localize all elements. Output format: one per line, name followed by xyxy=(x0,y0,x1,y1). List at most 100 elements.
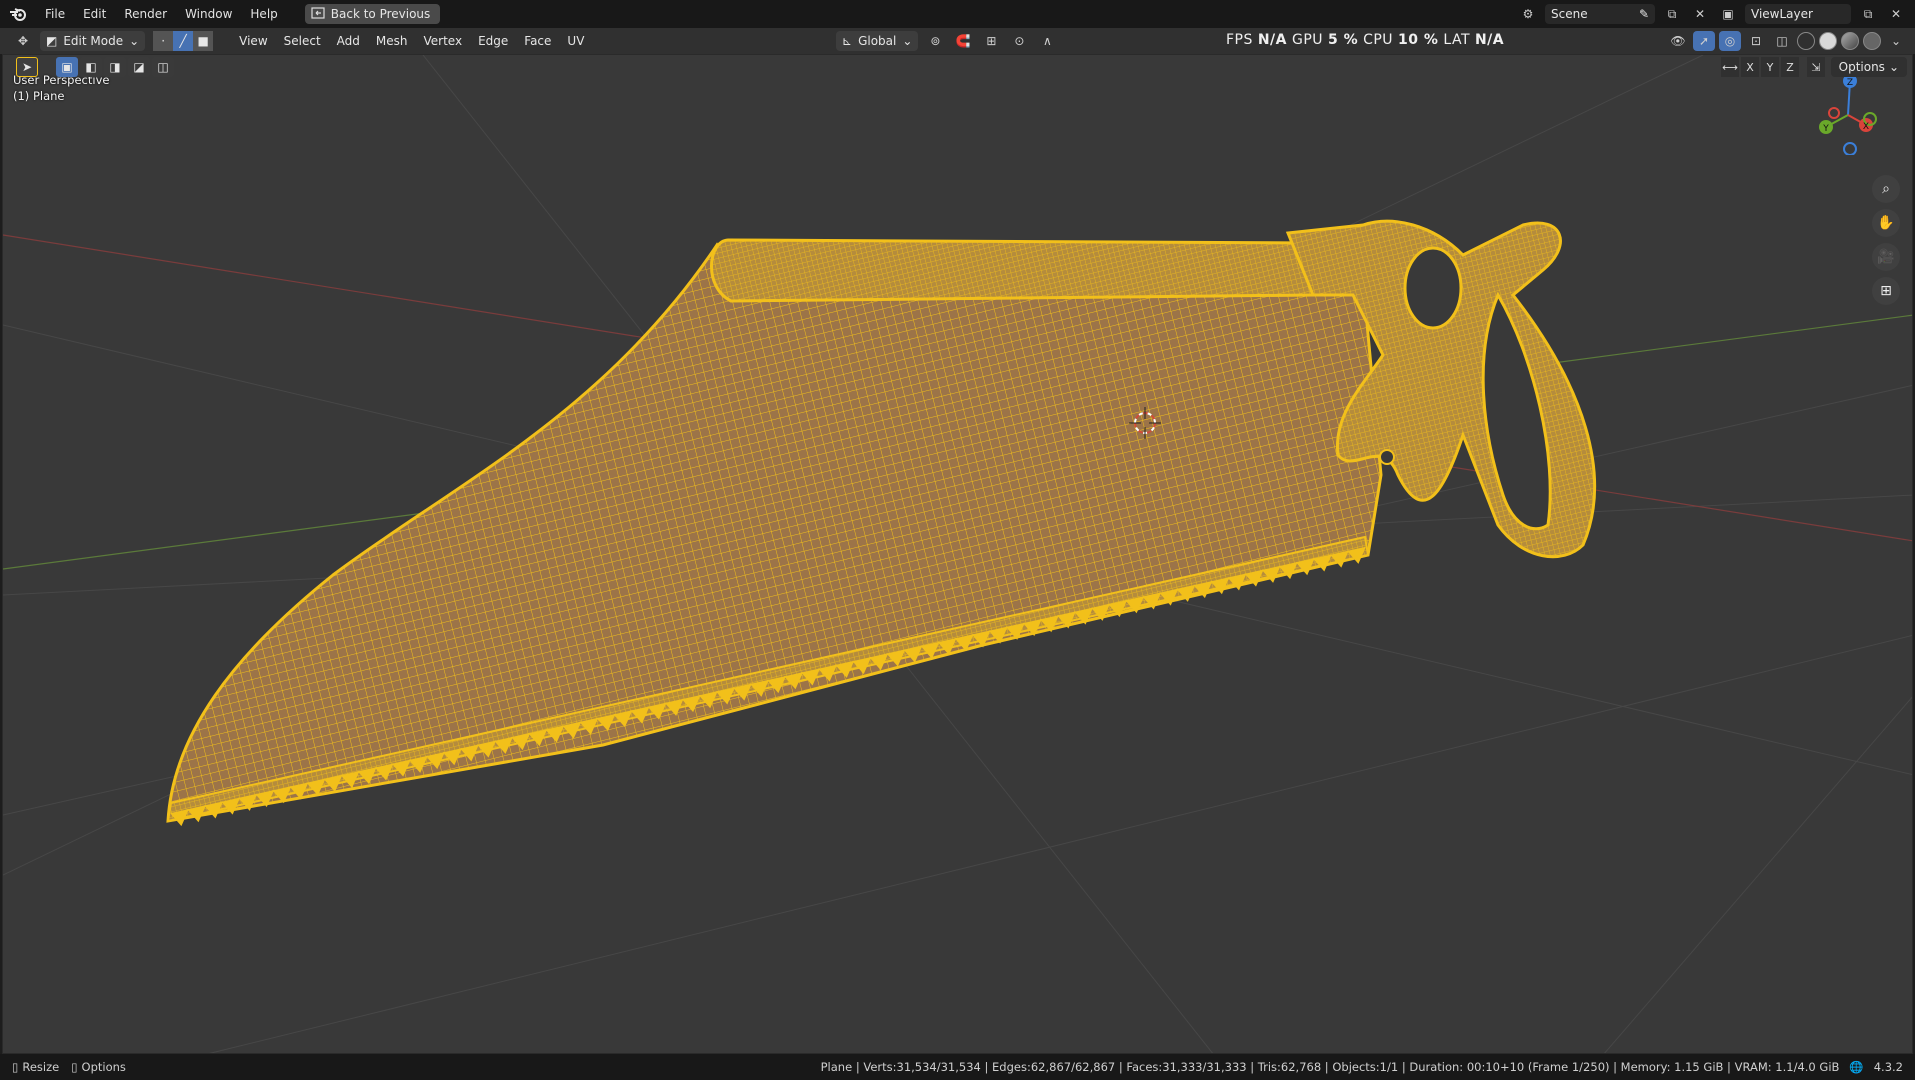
menu-file[interactable]: File xyxy=(36,0,74,28)
gizmo-neg-x[interactable] xyxy=(1828,107,1840,119)
orientation-icon: ⊾ xyxy=(842,34,853,48)
options-label: Options xyxy=(1838,60,1885,74)
performance-overlay: FPS N/A GPU 5 % CPU 10 % LAT N/A xyxy=(1226,32,1504,48)
navigation-tools: ⌕ ✋ 🎥 ⊞ xyxy=(1872,175,1900,305)
solid-shading-icon[interactable] xyxy=(1819,32,1837,50)
options-dropdown[interactable]: Options ⌄ xyxy=(1830,57,1907,77)
shading-options-chevron-icon[interactable]: ⌄ xyxy=(1885,31,1907,51)
select-subtract-icon[interactable]: ◨ xyxy=(104,57,126,77)
pin-icon[interactable]: ✎ xyxy=(1639,7,1649,21)
gpu-value: 5 % xyxy=(1327,32,1359,48)
edit-mode-icon: ◩ xyxy=(46,34,58,48)
snap-target-icon[interactable]: ⊞ xyxy=(980,31,1002,51)
gizmo-y-label: Y xyxy=(1822,124,1829,134)
scene-statistics: Plane | Verts:31,534/31,534 | Edges:62,8… xyxy=(820,1060,1840,1074)
saw-blade-mesh[interactable] xyxy=(166,242,1383,823)
select-mode-group: · ╱ ■ xyxy=(153,31,214,51)
gpu-label: GPU xyxy=(1291,32,1324,48)
scene-field[interactable]: Scene ✎ xyxy=(1545,4,1655,24)
mirror-z-button[interactable]: Z xyxy=(1781,57,1799,77)
menu-add[interactable]: Add xyxy=(329,34,368,48)
gizmo-x-label: X xyxy=(1863,122,1869,132)
fps-value: N/A xyxy=(1257,32,1288,48)
menu-render[interactable]: Render xyxy=(115,0,176,28)
mode-selector[interactable]: ◩ Edit Mode ⌄ xyxy=(40,31,146,51)
falloff-icon[interactable]: ∧ xyxy=(1036,31,1058,51)
pan-hand-icon[interactable]: ✋ xyxy=(1872,209,1900,237)
vertex-select-icon[interactable]: · xyxy=(153,31,174,51)
mode-label: Edit Mode xyxy=(63,34,124,48)
rendered-shading-icon[interactable] xyxy=(1863,32,1881,50)
select-extend-icon[interactable]: ◧ xyxy=(80,57,102,77)
select-tool-icon[interactable]: ➤ xyxy=(16,57,38,77)
transform-orientation-select[interactable]: ⊾ Global ⌄ xyxy=(836,31,919,51)
overlay-toggle-icon[interactable]: ◎ xyxy=(1719,31,1741,51)
xray-toggle-icon[interactable]: ◫ xyxy=(1771,31,1793,51)
mirror-x-button[interactable]: X xyxy=(1741,57,1759,77)
chevron-down-icon: ⌄ xyxy=(129,34,140,48)
orientation-label: Global xyxy=(858,34,897,48)
mirror-axis-group: ⟷ X Y Z ⇲ xyxy=(1721,57,1825,77)
mouse-left-icon: ▯ xyxy=(12,1060,19,1074)
viewlayer-name: ViewLayer xyxy=(1751,7,1813,21)
menu-view[interactable]: View xyxy=(231,34,275,48)
mesh-edit-overlay-icon[interactable]: ⊡ xyxy=(1745,31,1767,51)
auto-merge-icon[interactable]: ⇲ xyxy=(1807,57,1825,77)
select-invert-icon[interactable]: ◪ xyxy=(128,57,150,77)
3d-viewport[interactable]: User Perspective (1) Plane Z Y X ⌕ ✋ 🎥 ⊞ xyxy=(2,54,1913,1054)
delete-viewlayer-icon[interactable]: ✕ xyxy=(1885,4,1907,24)
menu-edge[interactable]: Edge xyxy=(470,34,516,48)
chevron-down-icon: ⌄ xyxy=(902,34,913,48)
proportional-edit-icon[interactable]: ⊙ xyxy=(1008,31,1030,51)
viewlayer-type-icon[interactable]: ▣ xyxy=(1717,4,1739,24)
network-globe-icon: 🌐 xyxy=(1849,1060,1864,1074)
chevron-down-icon: ⌄ xyxy=(1888,60,1899,74)
wireframe-shading-icon[interactable] xyxy=(1797,32,1815,50)
menu-help[interactable]: Help xyxy=(241,0,286,28)
lat-value: N/A xyxy=(1474,32,1505,48)
back-to-previous-button[interactable]: Back to Previous xyxy=(304,4,441,24)
viewlayer-field[interactable]: ViewLayer xyxy=(1745,4,1851,24)
active-object-label: (1) Plane xyxy=(13,89,65,103)
navigation-gizmo[interactable]: Z Y X xyxy=(1808,74,1888,156)
perspective-toggle-icon[interactable]: ⊞ xyxy=(1872,277,1900,305)
fps-label: FPS xyxy=(1226,32,1253,48)
delete-scene-icon[interactable]: ✕ xyxy=(1689,4,1711,24)
new-viewlayer-icon[interactable]: ⧉ xyxy=(1857,4,1879,24)
cpu-label: CPU xyxy=(1363,32,1394,48)
material-shading-icon[interactable] xyxy=(1841,32,1859,50)
snap-icon[interactable]: 🧲 xyxy=(952,31,974,51)
edge-select-icon[interactable]: ╱ xyxy=(173,31,194,51)
menu-vertex[interactable]: Vertex xyxy=(416,34,471,48)
visibility-icon[interactable]: 👁 xyxy=(1667,31,1689,51)
menu-window[interactable]: Window xyxy=(176,0,241,28)
scene-type-icon[interactable]: ⚙ xyxy=(1517,4,1539,24)
handle-rivet xyxy=(1379,449,1395,465)
saw-spine-mesh[interactable] xyxy=(710,238,1315,303)
tool-settings-row: ➤ ▣ ◧ ◨ ◪ ◫ ⟷ X Y Z ⇲ Options ⌄ xyxy=(0,54,1915,80)
select-new-icon[interactable]: ▣ xyxy=(56,57,78,77)
editor-type-icon[interactable]: ✥ xyxy=(12,31,34,51)
select-intersect-icon[interactable]: ◫ xyxy=(152,57,174,77)
menu-face[interactable]: Face xyxy=(516,34,559,48)
menu-edit[interactable]: Edit xyxy=(74,0,115,28)
gizmo-neg-z[interactable] xyxy=(1843,142,1857,156)
mirror-icon[interactable]: ⟷ xyxy=(1721,57,1739,77)
gizmo-toggle-icon[interactable]: ➚ xyxy=(1693,31,1715,51)
pivot-point-icon[interactable]: ⊚ xyxy=(924,31,946,51)
face-select-icon[interactable]: ■ xyxy=(193,31,214,51)
new-scene-icon[interactable]: ⧉ xyxy=(1661,4,1683,24)
handle-hole-upper xyxy=(1403,246,1463,330)
mouse-right-icon: ▯ xyxy=(71,1060,78,1074)
menu-uv[interactable]: UV xyxy=(559,34,592,48)
menu-select[interactable]: Select xyxy=(276,34,329,48)
camera-view-icon[interactable]: 🎥 xyxy=(1872,243,1900,271)
mirror-y-button[interactable]: Y xyxy=(1761,57,1779,77)
menu-mesh[interactable]: Mesh xyxy=(368,34,416,48)
blender-logo-icon[interactable] xyxy=(0,0,36,28)
viewport-header: ✥ ◩ Edit Mode ⌄ · ╱ ■ View Select Add Me… xyxy=(0,28,1915,54)
resize-hint: Resize xyxy=(22,1060,60,1074)
zoom-icon[interactable]: ⌕ xyxy=(1872,175,1900,203)
scene-canvas[interactable] xyxy=(3,55,1913,1054)
scene-name: Scene xyxy=(1551,7,1588,21)
